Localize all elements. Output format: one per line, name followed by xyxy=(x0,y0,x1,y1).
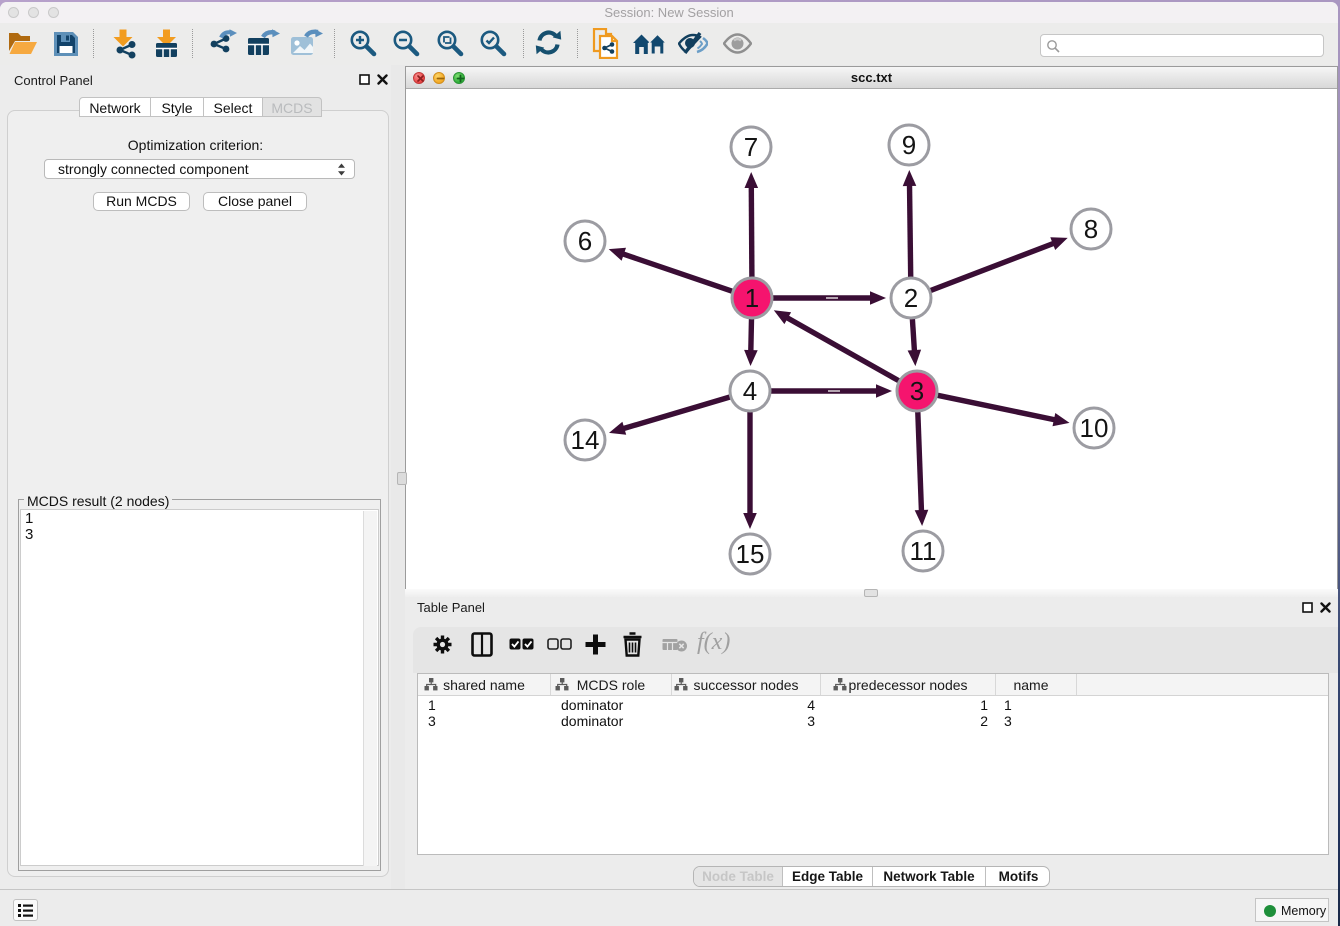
svg-text:10: 10 xyxy=(1080,413,1109,443)
svg-text:8: 8 xyxy=(1084,214,1098,244)
svg-text:9: 9 xyxy=(902,130,916,160)
svg-text:7: 7 xyxy=(744,132,758,162)
svg-text:15: 15 xyxy=(736,539,765,569)
svg-text:6: 6 xyxy=(578,226,592,256)
svg-text:2: 2 xyxy=(904,283,918,313)
svg-text:3: 3 xyxy=(910,376,924,406)
svg-text:1: 1 xyxy=(745,283,759,313)
svg-text:11: 11 xyxy=(910,536,937,566)
svg-text:4: 4 xyxy=(743,376,757,406)
svg-text:14: 14 xyxy=(571,425,600,455)
